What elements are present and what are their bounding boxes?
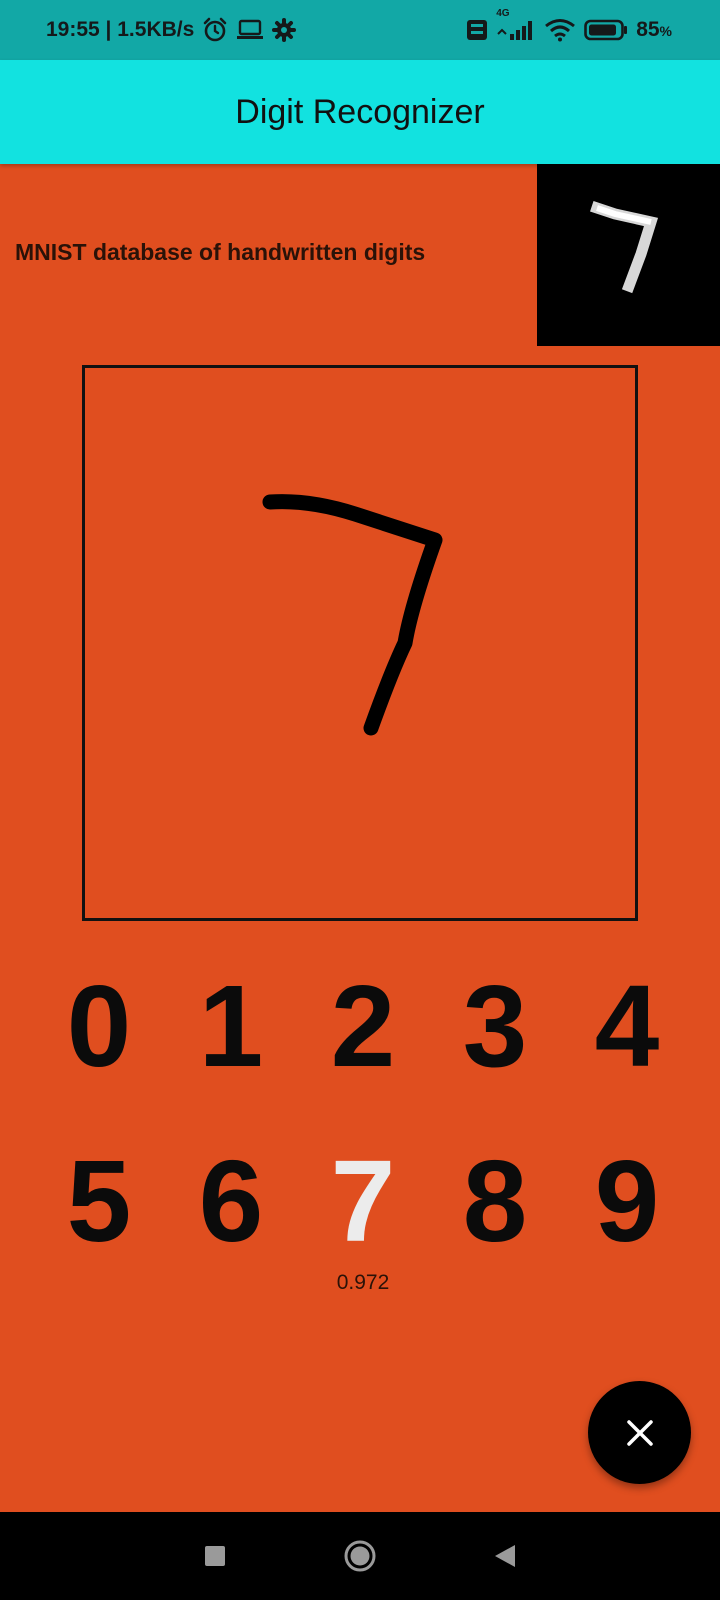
digit-2: 2 [330, 961, 396, 1091]
back-triangle-icon [495, 1545, 515, 1567]
status-bar: 19:55 | 1.5KB/s 4G 85% [0, 0, 720, 60]
status-time-speed: 19:55 | 1.5KB/s [46, 18, 195, 41]
status-left: 19:55 | 1.5KB/s [46, 17, 297, 43]
mnist-preview-image [537, 164, 720, 346]
settings-gear-icon [272, 18, 297, 42]
main-content: MNIST database of handwritten digits 0 1 [0, 164, 720, 1512]
digit-cell-4: 4 [561, 946, 693, 1111]
recents-button[interactable] [190, 1531, 240, 1581]
digit-cell-8: 8 [429, 1121, 561, 1286]
probability-7: 0.972 [336, 1271, 390, 1294]
digit-0: 0 [66, 961, 132, 1091]
wifi-icon [544, 18, 576, 42]
app-bar: Digit Recognizer [0, 60, 720, 164]
status-right: 4G 85% [466, 8, 672, 42]
recents-square-icon [205, 1546, 225, 1566]
digit-5: 5 [66, 1136, 132, 1266]
digit-cell-9: 9 [561, 1121, 693, 1286]
digit-7: 7 [330, 1136, 396, 1266]
home-button[interactable] [335, 1531, 385, 1581]
alarm-icon [202, 17, 228, 43]
battery-icon [584, 19, 628, 41]
signal-4g-icon: 4G [496, 8, 536, 42]
home-circle-icon [344, 1540, 376, 1572]
digit-probability-grid: 0 1 2 3 4 5 6 7 0.972 8 9 [33, 946, 693, 1294]
digit-4: 4 [594, 961, 660, 1091]
drawing-canvas[interactable] [82, 365, 638, 921]
digit-cell-6: 6 [165, 1121, 297, 1286]
screen: 19:55 | 1.5KB/s 4G 85% Digit Recognizer … [0, 0, 720, 1600]
clear-canvas-button[interactable] [588, 1381, 691, 1484]
digit-cell-5: 5 [33, 1121, 165, 1286]
app-title: Digit Recognizer [235, 92, 485, 131]
database-label: MNIST database of handwritten digits [15, 239, 426, 265]
digit-6: 6 [198, 1136, 264, 1266]
battery-percent: 85% [636, 18, 672, 41]
digit-9: 9 [594, 1136, 660, 1266]
digit-8: 8 [462, 1136, 528, 1266]
digit-cell-3: 3 [429, 946, 561, 1111]
digit-cell-1: 1 [165, 946, 297, 1111]
laptop-icon [236, 19, 264, 41]
network-4g-label: 4G [496, 8, 510, 19]
digit-cell-0: 0 [33, 946, 165, 1111]
digit-3: 3 [462, 961, 528, 1091]
system-nav-bar [0, 1512, 720, 1600]
digit-cell-7: 7 0.972 [297, 1121, 429, 1294]
volte-icon [466, 19, 488, 41]
back-button[interactable] [480, 1531, 530, 1581]
close-icon [625, 1418, 655, 1448]
digit-1: 1 [198, 961, 264, 1091]
digit-cell-2: 2 [297, 946, 429, 1111]
